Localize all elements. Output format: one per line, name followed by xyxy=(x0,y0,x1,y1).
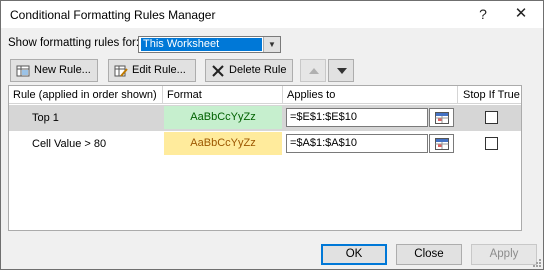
show-rules-dropdown[interactable]: This Worksheet ▼ xyxy=(138,36,281,53)
format-preview: AaBbCcYyZz xyxy=(164,132,282,155)
table-row[interactable]: Top 1 AaBbCcYyZz =$E$1:$E$10 xyxy=(9,105,521,131)
delete-x-icon xyxy=(212,65,224,77)
rules-toolbar: New Rule... Edit Rule... Delete Rule xyxy=(8,59,358,84)
chevron-down-icon[interactable]: ▼ xyxy=(263,37,280,52)
header-format: Format xyxy=(163,86,283,104)
stop-if-true-checkbox[interactable] xyxy=(485,111,498,124)
edit-rule-icon xyxy=(114,65,128,77)
header-applies-to: Applies to xyxy=(283,86,458,104)
new-rule-button[interactable]: New Rule... xyxy=(10,59,98,82)
range-select-button[interactable] xyxy=(429,134,454,153)
close-window-button[interactable]: ✕ xyxy=(509,4,533,24)
range-select-button[interactable] xyxy=(429,108,454,127)
help-button[interactable]: ? xyxy=(471,4,495,24)
arrow-down-icon xyxy=(337,68,347,74)
show-rules-label: Show formatting rules for: xyxy=(8,37,140,49)
rule-name: Top 1 xyxy=(32,112,59,124)
new-rule-label: New Rule... xyxy=(34,64,91,76)
format-preview: AaBbCcYyZz xyxy=(164,106,282,129)
edit-rule-label: Edit Rule... xyxy=(132,64,186,76)
delete-rule-button[interactable]: Delete Rule xyxy=(205,59,293,82)
rules-table: Rule (applied in order shown) Format App… xyxy=(8,85,522,231)
range-select-icon xyxy=(435,138,449,150)
new-rule-icon xyxy=(16,65,30,77)
applies-to-input[interactable]: =$A$1:$A$10 xyxy=(286,134,428,153)
edit-rule-button[interactable]: Edit Rule... xyxy=(108,59,196,82)
rule-name: Cell Value > 80 xyxy=(32,138,107,150)
delete-rule-label: Delete Rule xyxy=(229,64,287,76)
title-bar: Conditional Formatting Rules Manager ? ✕ xyxy=(1,1,543,28)
table-header: Rule (applied in order shown) Format App… xyxy=(9,86,521,104)
close-button[interactable]: Close xyxy=(396,244,462,265)
resize-grip-icon[interactable] xyxy=(531,257,541,267)
move-up-button[interactable] xyxy=(300,59,326,82)
dialog-title: Conditional Formatting Rules Manager xyxy=(10,8,216,22)
stop-if-true-checkbox[interactable] xyxy=(485,137,498,150)
conditional-formatting-dialog: Conditional Formatting Rules Manager ? ✕… xyxy=(0,0,544,270)
applies-to-input[interactable]: =$E$1:$E$10 xyxy=(286,108,428,127)
arrow-up-icon xyxy=(309,68,319,74)
move-down-button[interactable] xyxy=(328,59,354,82)
range-select-icon xyxy=(435,112,449,124)
header-rule: Rule (applied in order shown) xyxy=(9,86,163,104)
ok-button[interactable]: OK xyxy=(321,244,387,265)
apply-button[interactable]: Apply xyxy=(471,244,537,265)
header-stop-if-true: Stop If True xyxy=(463,89,520,101)
table-row[interactable]: Cell Value > 80 AaBbCcYyZz =$A$1:$A$10 xyxy=(9,131,521,157)
show-rules-value: This Worksheet xyxy=(141,38,262,51)
